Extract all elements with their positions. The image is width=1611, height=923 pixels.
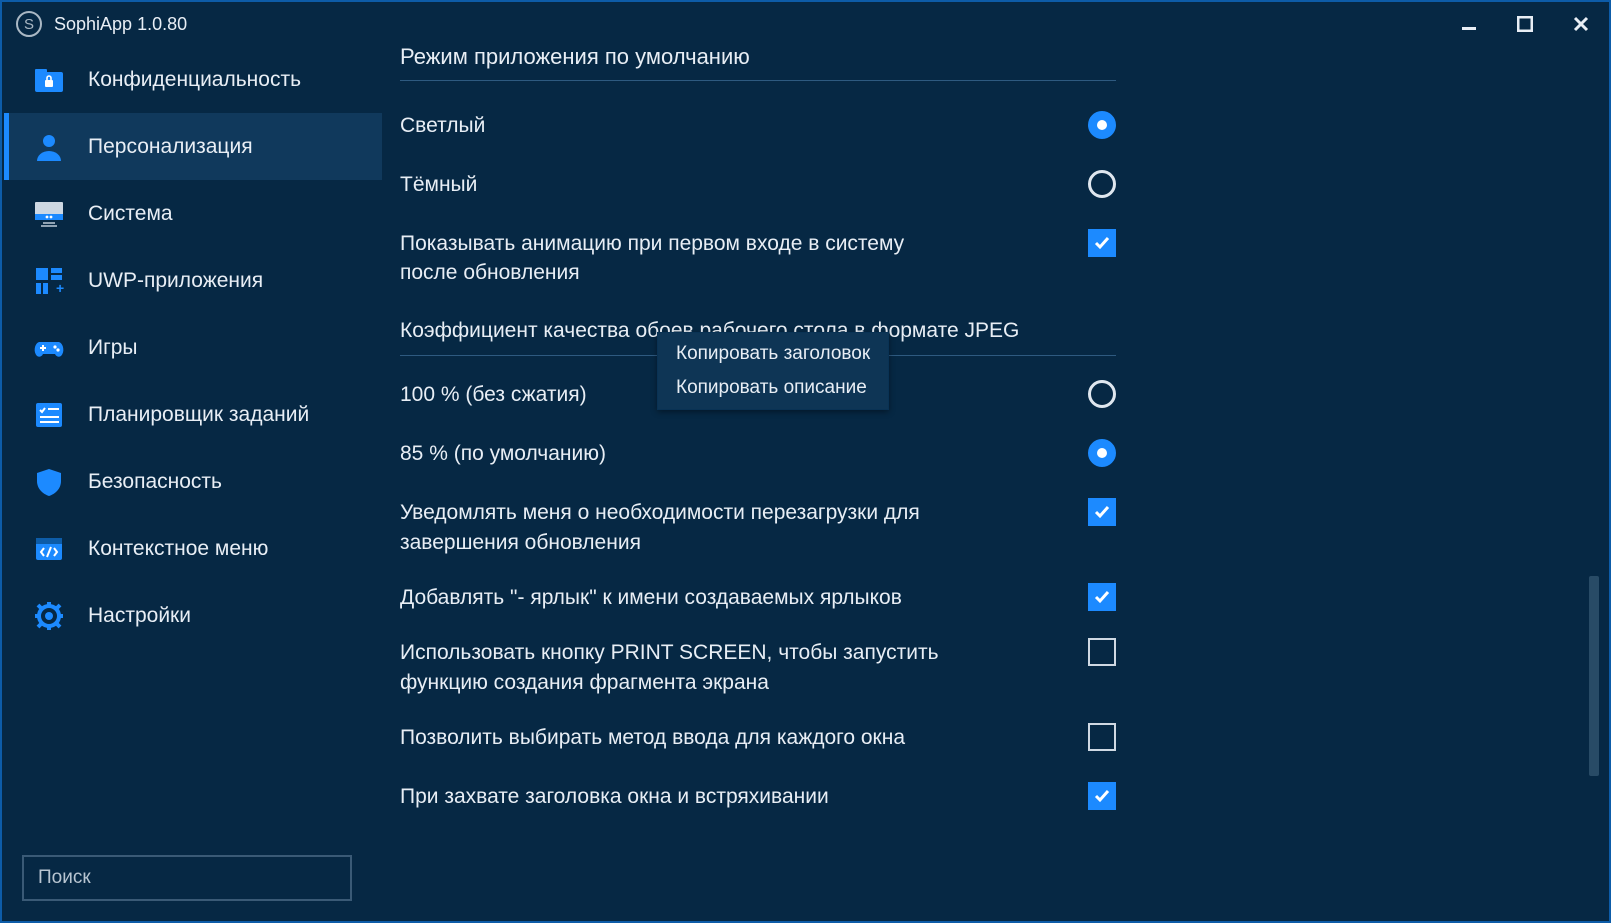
option-label-light: Светлый [400, 109, 485, 140]
sidebar-item-uwp[interactable]: + UWP-приложения [4, 247, 382, 314]
checklist-icon [32, 398, 66, 432]
sidebar-item-label: Игры [88, 336, 138, 360]
sidebar-item-label: Персонализация [88, 135, 253, 159]
checkbox-printscreen[interactable] [1088, 638, 1116, 666]
section-header-app-mode: Режим приложения по умолчанию [400, 46, 1116, 81]
option-label-dark: Тёмный [400, 168, 477, 199]
option-label-q85: 85 % (по умолчанию) [400, 437, 606, 468]
titlebar: S SophiApp 1.0.80 [2, 2, 1609, 46]
radio-theme-dark[interactable] [1088, 170, 1116, 198]
search-container [22, 855, 352, 901]
option-label-input-per-window: Позволить выбирать метод ввода для каждо… [400, 721, 905, 752]
apps-grid-icon: + [32, 264, 66, 298]
app-logo-icon: S [16, 11, 42, 37]
folder-lock-icon [32, 63, 66, 97]
checkbox-notify-restart[interactable] [1088, 498, 1116, 526]
sidebar-item-settings[interactable]: Настройки [4, 582, 382, 649]
svg-text:+: + [56, 280, 64, 296]
minimize-button[interactable] [1441, 2, 1497, 46]
sidebar: Конфиденциальность Персонализация Систем… [4, 46, 382, 919]
radio-q85[interactable] [1088, 439, 1116, 467]
context-menu-copy-title[interactable]: Копировать заголовок [658, 337, 888, 371]
window-controls [1441, 2, 1609, 46]
sidebar-item-label: Контекстное меню [88, 537, 268, 561]
scrollbar-thumb[interactable] [1589, 576, 1599, 776]
radio-theme-light[interactable] [1088, 111, 1116, 139]
maximize-button[interactable] [1497, 2, 1553, 46]
option-label-printscreen: Использовать кнопку PRINT SCREEN, чтобы … [400, 636, 960, 697]
user-icon [32, 130, 66, 164]
option-label-notify-restart: Уведомлять меня о необходимости перезагр… [400, 496, 960, 557]
code-window-icon [32, 532, 66, 566]
checkbox-shortcut-suffix[interactable] [1088, 583, 1116, 611]
sidebar-item-privacy[interactable]: Конфиденциальность [4, 46, 382, 113]
option-label-q100: 100 % (без сжатия) [400, 378, 587, 409]
sidebar-item-label: Конфиденциальность [88, 68, 301, 92]
context-menu: Копировать заголовок Копировать описание [657, 332, 889, 410]
checkbox-anim-signin[interactable] [1088, 229, 1116, 257]
gear-icon [32, 599, 66, 633]
sidebar-item-label: Планировщик заданий [88, 403, 309, 427]
sidebar-item-scheduler[interactable]: Планировщик заданий [4, 381, 382, 448]
content-area: Режим приложения по умолчанию Светлый Тё… [382, 46, 1607, 919]
sidebar-item-security[interactable]: Безопасность [4, 448, 382, 515]
sidebar-item-label: Система [88, 202, 173, 226]
close-button[interactable] [1553, 2, 1609, 46]
sidebar-item-personalization[interactable]: Персонализация [4, 113, 382, 180]
sidebar-item-label: UWP-приложения [88, 269, 263, 293]
option-label-aero-shake: При захвате заголовка окна и встряхивани… [400, 780, 829, 811]
sidebar-item-contextmenu[interactable]: Контекстное меню [4, 515, 382, 582]
sidebar-item-label: Безопасность [88, 470, 222, 494]
sidebar-item-system[interactable]: Система [4, 180, 382, 247]
app-title: SophiApp 1.0.80 [54, 14, 187, 35]
context-menu-copy-description[interactable]: Копировать описание [658, 371, 888, 405]
option-label-shortcut-suffix: Добавлять "- ярлык" к имени создаваемых … [400, 581, 902, 612]
checkbox-aero-shake[interactable] [1088, 782, 1116, 810]
sidebar-item-games[interactable]: Игры [4, 314, 382, 381]
gamepad-icon [32, 331, 66, 365]
checkbox-input-per-window[interactable] [1088, 723, 1116, 751]
option-label-anim-signin: Показывать анимацию при первом входе в с… [400, 227, 960, 288]
sidebar-item-label: Настройки [88, 604, 191, 628]
nav: Конфиденциальность Персонализация Систем… [4, 46, 382, 649]
monitor-icon [32, 197, 66, 231]
search-input[interactable] [22, 855, 352, 901]
shield-icon [32, 465, 66, 499]
radio-q100[interactable] [1088, 380, 1116, 408]
